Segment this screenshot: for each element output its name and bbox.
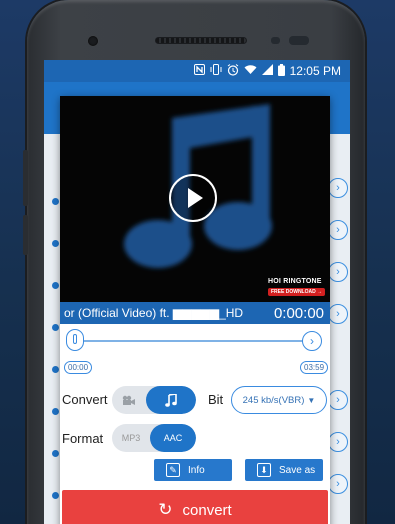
music-option[interactable] xyxy=(146,386,196,414)
trim-end-time: 03:59 xyxy=(300,361,329,374)
chevron-right-icon[interactable]: › xyxy=(328,304,348,324)
watermark-logo: HOI RINGTONE xyxy=(268,278,322,285)
chevron-right-icon[interactable]: › xyxy=(328,178,348,198)
alarm-icon xyxy=(227,63,239,79)
download-icon: ⬇ xyxy=(257,463,271,477)
trim-start-time: 00:00 xyxy=(64,361,93,374)
list-bullet xyxy=(52,282,59,289)
nfc-icon xyxy=(193,64,205,78)
convert-mode-toggle[interactable] xyxy=(112,386,196,414)
battery-icon xyxy=(277,63,285,79)
light-sensor xyxy=(289,36,309,45)
list-bullet xyxy=(52,408,59,415)
vibrate-icon xyxy=(210,64,222,78)
convert-button-label: convert xyxy=(182,501,232,519)
bitrate-value: 245 kb/s(VBR) xyxy=(242,394,305,406)
bitrate-select[interactable]: 245 kb/s(VBR) ▼ xyxy=(231,386,327,414)
dropdown-arrow-icon: ▼ xyxy=(307,395,316,405)
info-button[interactable]: ✎ Info xyxy=(154,459,232,481)
convert-label: Convert xyxy=(62,392,108,407)
phone-screen: 12:05 PM › › › › › › › HOI RINGTONE FREE… xyxy=(44,60,350,524)
status-time: 12:05 PM xyxy=(289,64,341,78)
proximity-sensor xyxy=(271,37,280,44)
list-bullet xyxy=(52,198,59,205)
video-camera-icon xyxy=(122,395,135,405)
wifi-icon xyxy=(244,64,257,78)
format-label: Format xyxy=(62,431,104,446)
edit-icon: ✎ xyxy=(166,463,180,477)
trim-end-handle[interactable]: › xyxy=(302,331,322,351)
play-button[interactable] xyxy=(169,174,217,222)
list-bullet xyxy=(52,450,59,457)
trim-track[interactable] xyxy=(76,340,314,342)
chevron-right-icon[interactable]: › xyxy=(328,432,348,452)
save-as-label: Save as xyxy=(279,464,316,476)
earpiece-speaker xyxy=(155,37,247,44)
volume-button-lower xyxy=(23,215,28,255)
format-option-aac[interactable]: AAC xyxy=(150,424,196,452)
play-icon xyxy=(188,188,203,208)
chevron-right-icon[interactable]: › xyxy=(328,474,348,494)
format-toggle[interactable]: MP3 AAC xyxy=(112,424,196,452)
save-as-button[interactable]: ⬇ Save as xyxy=(245,459,323,481)
list-bullet xyxy=(52,240,59,247)
video-preview[interactable]: HOI RINGTONE FREE DOWNLOAD → xyxy=(60,96,330,302)
video-option[interactable] xyxy=(112,386,146,414)
watermark-badge: FREE DOWNLOAD → xyxy=(268,288,326,296)
list-bullet xyxy=(52,366,59,373)
volume-button xyxy=(23,150,28,206)
trim-start-handle[interactable] xyxy=(66,329,84,351)
convert-button[interactable]: ↻ convert xyxy=(62,490,328,524)
chevron-right-icon[interactable]: › xyxy=(328,220,348,240)
convert-dialog: HOI RINGTONE FREE DOWNLOAD → or (Officia… xyxy=(60,96,330,524)
list-bullet xyxy=(52,324,59,331)
list-bullet xyxy=(52,492,59,499)
chevron-right-icon: › xyxy=(310,334,314,348)
music-note-icon xyxy=(165,393,177,407)
format-option-mp3[interactable]: MP3 xyxy=(112,424,150,452)
refresh-icon: ↻ xyxy=(158,500,173,519)
chevron-right-icon[interactable]: › xyxy=(328,262,348,282)
video-time: 0:00:00 xyxy=(273,304,324,322)
chevron-right-icon[interactable]: › xyxy=(328,390,348,410)
bit-label: Bit xyxy=(208,392,224,407)
status-bar: 12:05 PM xyxy=(44,60,350,82)
signal-icon xyxy=(261,64,273,78)
video-title-bar: or (Official Video) ft. ▆▆▆▆▆_HD 0:00:00 xyxy=(60,302,330,324)
info-button-label: Info xyxy=(188,464,205,476)
front-camera xyxy=(88,36,98,46)
video-title: or (Official Video) ft. ▆▆▆▆▆_HD xyxy=(64,306,244,320)
